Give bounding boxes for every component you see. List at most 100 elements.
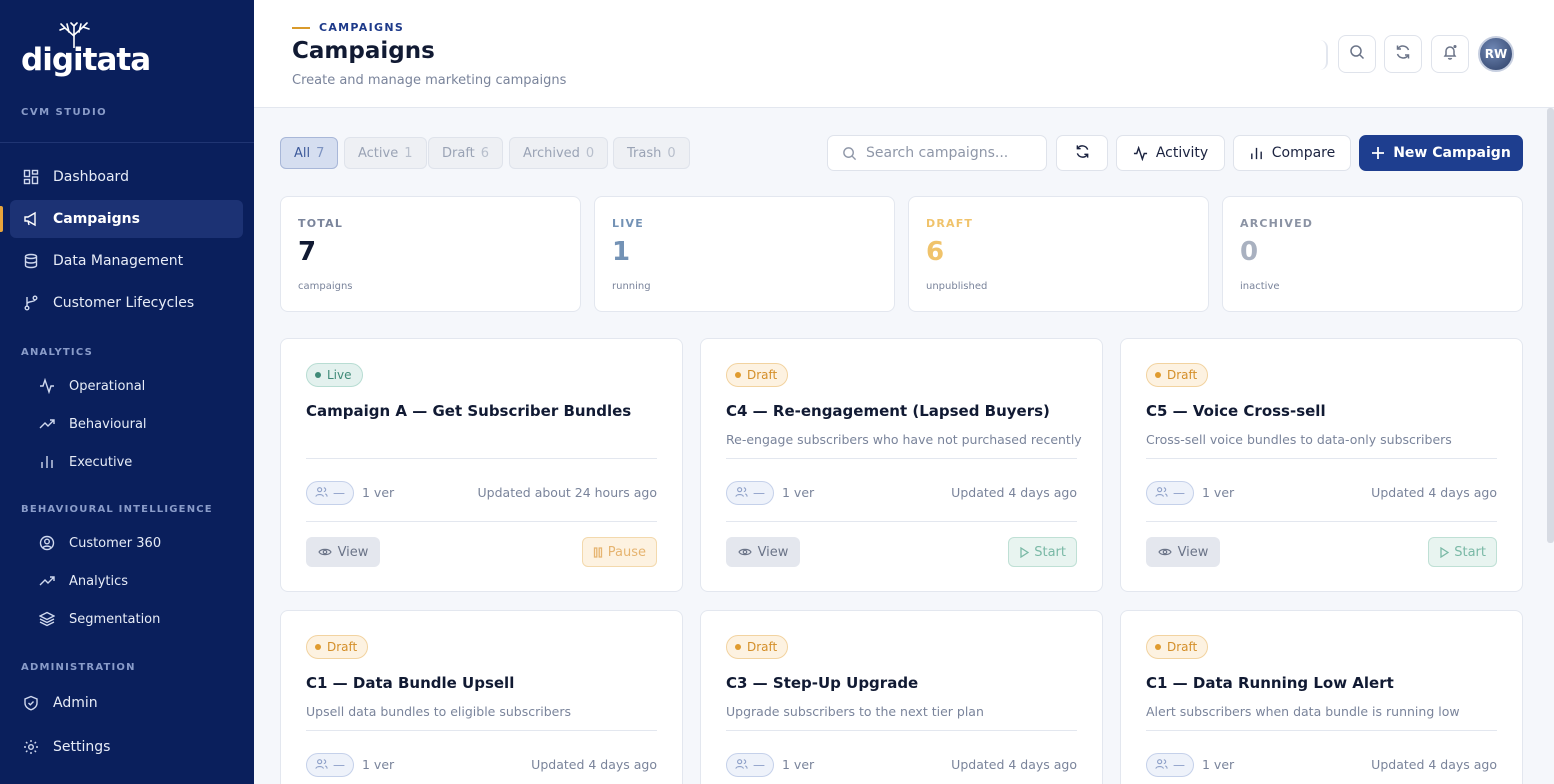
campaign-title[interactable]: C5 — Voice Cross-sell — [1146, 402, 1326, 420]
stat-card-archived: ARCHIVED 0 inactive — [1222, 196, 1523, 312]
users-icon — [735, 758, 748, 773]
sidebar-item-data-management[interactable]: Data Management — [10, 242, 243, 280]
user-circle-icon — [38, 534, 56, 552]
view-button[interactable]: View — [1146, 537, 1220, 567]
campaign-card[interactable]: Draft C1 — Data Running Low Alert Alert … — [1120, 610, 1523, 784]
campaign-description: Upsell data bundles to eligible subscrib… — [306, 704, 571, 719]
filter-label: Draft — [442, 145, 475, 161]
sidebar-item-label: Customer 360 — [69, 535, 162, 551]
filter-trash[interactable]: Trash 0 — [613, 137, 690, 169]
digitata-logo[interactable]: digitata — [21, 22, 151, 80]
pause-label: Pause — [607, 544, 646, 560]
status-label: Draft — [1167, 640, 1198, 654]
search-input[interactable]: Search campaigns... — [827, 135, 1047, 171]
filter-all[interactable]: All 7 — [280, 137, 339, 169]
campaign-title[interactable]: C1 — Data Bundle Upsell — [306, 674, 514, 692]
sidebar-item-label: Behavioural — [69, 416, 147, 432]
audience-pill: — — [306, 481, 354, 505]
breadcrumb-accent — [292, 26, 310, 29]
users-icon — [1155, 758, 1168, 773]
card-divider — [1146, 458, 1497, 459]
users-icon — [315, 758, 328, 773]
section-behavioural-intelligence: BEHAVIOURAL INTELLIGENCE — [21, 504, 213, 515]
stat-card-total: TOTAL 7 campaigns — [280, 196, 581, 312]
eye-icon — [737, 546, 752, 558]
sidebar-item-label: Analytics — [69, 573, 129, 589]
refresh-button[interactable] — [1056, 135, 1108, 171]
breadcrumb: CAMPAIGNS — [292, 21, 404, 34]
campaign-card[interactable]: Draft C1 — Data Bundle Upsell Upsell dat… — [280, 610, 683, 784]
page-header: CAMPAIGNS Campaigns Create and manage ma… — [254, 0, 1554, 108]
campaign-card[interactable]: Draft C3 — Step-Up Upgrade Upgrade subsc… — [700, 610, 1103, 784]
status-badge: Draft — [726, 635, 789, 659]
page-title: Campaigns — [292, 38, 435, 64]
campaign-title[interactable]: C4 — Re-engagement (Lapsed Buyers) — [726, 402, 1050, 420]
section-administration: ADMINISTRATION — [21, 662, 136, 673]
stat-value: 1 — [612, 237, 631, 267]
sidebar-item-campaigns[interactable]: Campaigns — [10, 200, 243, 238]
sidebar-item-admin[interactable]: Admin — [10, 684, 243, 722]
view-button[interactable]: View — [306, 537, 380, 567]
audience-value: — — [333, 486, 345, 500]
campaign-title[interactable]: C3 — Step-Up Upgrade — [726, 674, 918, 692]
sidebar-item-operational[interactable]: Operational — [10, 367, 243, 405]
pause-button[interactable]: Pause — [581, 537, 657, 567]
activity-button[interactable]: Activity — [1116, 135, 1225, 171]
filter-label: Active — [358, 145, 399, 161]
card-divider — [726, 458, 1077, 459]
status-dot — [735, 644, 741, 650]
status-badge: Draft — [1146, 635, 1209, 659]
search-icon — [842, 146, 857, 161]
scrollbar[interactable] — [1547, 108, 1554, 543]
campaign-card[interactable]: Live Campaign A — Get Subscriber Bundles… — [280, 338, 683, 592]
campaign-card[interactable]: Draft C4 — Re-engagement (Lapsed Buyers)… — [700, 338, 1103, 592]
section-analytics: ANALYTICS — [21, 347, 93, 358]
sidebar-item-customer-360[interactable]: Customer 360 — [10, 524, 243, 562]
header-spacer — [1274, 40, 1328, 70]
status-dot — [1155, 372, 1161, 378]
campaign-title[interactable]: C1 — Data Running Low Alert — [1146, 674, 1394, 692]
new-campaign-button[interactable]: New Campaign — [1359, 135, 1523, 171]
compare-button[interactable]: Compare — [1233, 135, 1351, 171]
avatar[interactable]: RW — [1478, 36, 1514, 72]
status-label: Draft — [327, 640, 358, 654]
sidebar-item-analytics[interactable]: Analytics — [10, 562, 243, 600]
status-label: Draft — [747, 368, 778, 382]
campaign-card[interactable]: Draft C5 — Voice Cross-sell Cross-sell v… — [1120, 338, 1523, 592]
audience-pill: — — [1146, 753, 1194, 777]
campaign-title[interactable]: Campaign A — Get Subscriber Bundles — [306, 402, 631, 420]
status-label: Draft — [1167, 368, 1198, 382]
bar-chart-icon — [1249, 146, 1264, 161]
pause-icon — [593, 546, 603, 558]
filter-active[interactable]: Active 1 — [344, 137, 427, 169]
filter-label: All — [294, 145, 311, 161]
card-divider — [1146, 521, 1497, 522]
bar-chart-icon — [38, 453, 56, 471]
view-button[interactable]: View — [726, 537, 800, 567]
version-count: 1 ver — [362, 757, 395, 772]
sidebar-item-label: Dashboard — [53, 169, 129, 185]
filter-draft[interactable]: Draft 6 — [428, 137, 504, 169]
status-badge: Draft — [726, 363, 789, 387]
sidebar-item-segmentation[interactable]: Segmentation — [10, 600, 243, 638]
sidebar-item-dashboard[interactable]: Dashboard — [10, 158, 243, 196]
sidebar-item-executive[interactable]: Executive — [10, 443, 243, 481]
filter-archived[interactable]: Archived 0 — [509, 137, 609, 169]
header-search-button[interactable] — [1338, 35, 1376, 73]
refresh-icon — [1395, 44, 1411, 64]
stat-sub: inactive — [1240, 281, 1280, 292]
version-count: 1 ver — [782, 757, 815, 772]
notifications-button[interactable] — [1431, 35, 1469, 73]
start-button[interactable]: Start — [1008, 537, 1077, 567]
search-placeholder: Search campaigns... — [866, 145, 1009, 161]
sidebar-item-settings[interactable]: Settings — [10, 728, 243, 766]
sidebar-item-behavioural[interactable]: Behavioural — [10, 405, 243, 443]
start-button[interactable]: Start — [1428, 537, 1497, 567]
sidebar-item-customer-lifecycles[interactable]: Customer Lifecycles — [10, 284, 243, 322]
stat-sub: running — [612, 281, 651, 292]
stat-sub: unpublished — [926, 281, 988, 292]
sidebar-item-label: Segmentation — [69, 611, 161, 627]
status-dot — [315, 372, 321, 378]
header-refresh-button[interactable] — [1384, 35, 1422, 73]
status-badge: Draft — [306, 635, 369, 659]
